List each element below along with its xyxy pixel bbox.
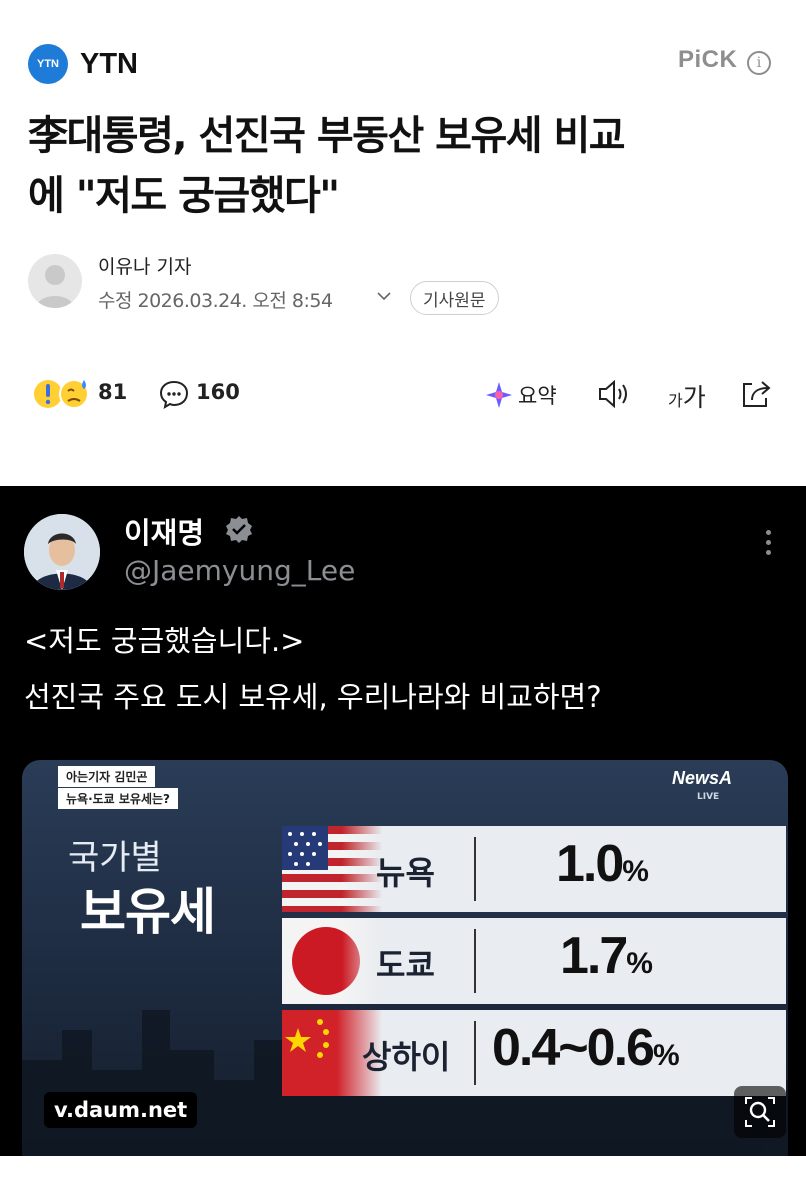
bottom-spacer bbox=[0, 1156, 806, 1200]
rate-newyork: 1.0% bbox=[556, 834, 649, 894]
headline-line-2: 에 "저도 궁금했다" bbox=[28, 173, 340, 219]
rate-shanghai-value: 0.4~0.6 bbox=[492, 1019, 655, 1077]
share-icon[interactable] bbox=[740, 378, 774, 414]
graphic-title-line-2: 보유세 bbox=[80, 883, 216, 941]
source-label: v.daum.net bbox=[44, 1092, 198, 1128]
comment-icon[interactable] bbox=[158, 378, 190, 414]
tweet-handle: @Jaemyung_Lee bbox=[124, 554, 356, 587]
comment-count[interactable]: 160 bbox=[196, 380, 240, 404]
rate-tokyo-value: 1.7 bbox=[560, 927, 628, 985]
reporter-avatar[interactable] bbox=[28, 254, 82, 308]
article-headline: 李대통령, 선진국 부동산 보유세 비교 에 "저도 궁금했다" bbox=[28, 106, 788, 226]
info-icon[interactable]: i bbox=[747, 51, 771, 75]
reaction-count: 81 bbox=[98, 380, 128, 404]
more-options-icon bbox=[766, 530, 772, 560]
tweet-text-line-1: <저도 궁금했습니다.> bbox=[24, 624, 305, 658]
reporter-name[interactable]: 이유나 기자 bbox=[98, 252, 191, 279]
ytn-logo[interactable]: YTN bbox=[28, 44, 68, 84]
speaker-icon[interactable] bbox=[596, 378, 632, 414]
row-divider bbox=[474, 837, 476, 901]
live-label: LIVE bbox=[697, 792, 720, 802]
row-divider bbox=[474, 929, 476, 993]
headline-line-1: 李대통령, 선진국 부동산 보유세 비교 bbox=[28, 113, 626, 159]
reaction-icons[interactable] bbox=[32, 376, 96, 412]
press-name[interactable]: YTN bbox=[80, 44, 138, 84]
article-date: 수정 2026.03.24. 오전 8:54 bbox=[98, 290, 333, 312]
tweet-avatar bbox=[24, 514, 100, 590]
rate-tokyo-unit: % bbox=[626, 947, 653, 980]
row-divider bbox=[474, 1021, 476, 1085]
rate-newyork-unit: % bbox=[622, 855, 649, 888]
summary-button[interactable]: 요약 bbox=[518, 380, 557, 410]
newsa-logo: NewsA bbox=[672, 768, 733, 788]
japan-flag-icon bbox=[282, 918, 382, 1004]
magnifier-icon bbox=[745, 1097, 775, 1127]
font-large-label: 가 bbox=[682, 383, 706, 412]
sparkle-icon[interactable] bbox=[484, 380, 514, 414]
font-size-button[interactable]: 가가 bbox=[668, 378, 706, 414]
tweet-text-line-2: 선진국 주요 도시 보유세, 우리나라와 비교하면? bbox=[24, 680, 602, 714]
verified-badge-icon bbox=[224, 514, 254, 548]
font-small-label: 가 bbox=[668, 391, 683, 410]
us-flag-icon bbox=[282, 826, 382, 912]
graphic-tag-reporter: 아는기자 김민곤 bbox=[58, 766, 156, 787]
person-icon bbox=[36, 265, 74, 308]
city-tokyo: 도쿄 bbox=[376, 946, 435, 984]
rate-shanghai-unit: % bbox=[652, 1039, 680, 1072]
graphic-tag-topic: 뉴욕·도쿄 보유세는? bbox=[58, 788, 179, 809]
chevron-down-icon[interactable] bbox=[376, 288, 392, 308]
rate-shanghai: 0.4~0.6% bbox=[492, 1018, 680, 1078]
city-shanghai: 상하이 bbox=[362, 1038, 451, 1076]
city-newyork: 뉴욕 bbox=[376, 854, 435, 892]
zoom-button[interactable] bbox=[734, 1086, 786, 1138]
rate-newyork-value: 1.0 bbox=[556, 835, 624, 893]
pick-badge: PiCK bbox=[678, 46, 738, 73]
original-article-button[interactable]: 기사원문 bbox=[410, 281, 499, 315]
tweet-author-name: 이재명 bbox=[124, 516, 205, 550]
rate-tokyo: 1.7% bbox=[560, 926, 653, 986]
